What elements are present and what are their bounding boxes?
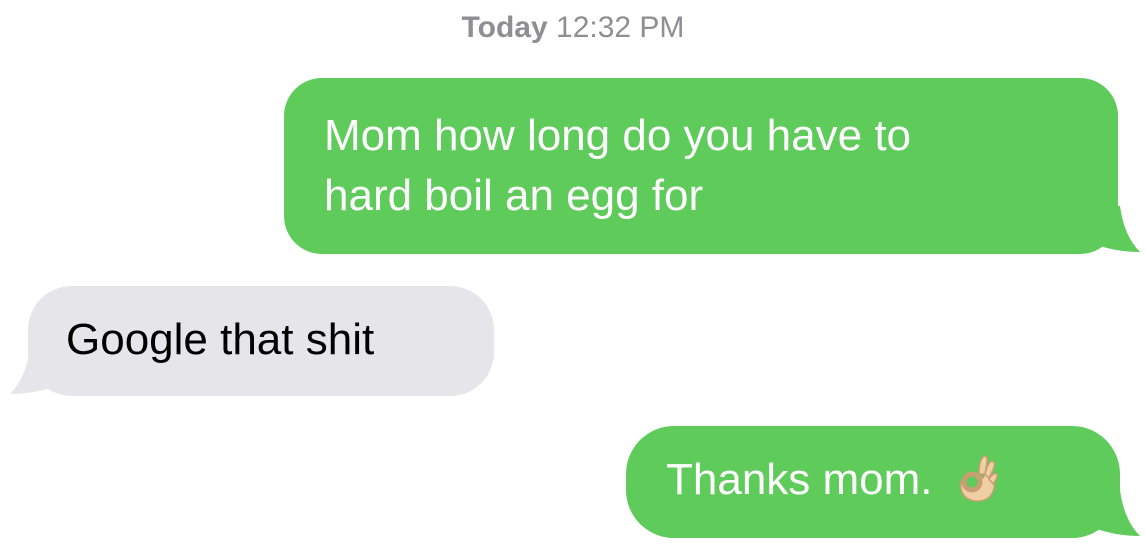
timestamp-day: Today [461,11,548,44]
timestamp-time: 12:32 PM [556,11,685,44]
sent-message-bubble[interactable]: Thanks mom. [626,426,1120,538]
message-text-line: Mom how long do you have to [324,111,912,160]
ok-hand-emoji-icon [959,455,998,502]
received-message-bubble[interactable]: Google that shit [28,286,494,396]
message-text: Thanks mom. [666,455,933,504]
message-timestamp: Today 12:32 PM [0,8,1146,48]
message-text-line: hard boil an egg for [324,171,704,220]
message-text: Google that shit [66,315,375,364]
sent-message-bubble[interactable]: Mom how long do you have to hard boil an… [284,78,1118,254]
